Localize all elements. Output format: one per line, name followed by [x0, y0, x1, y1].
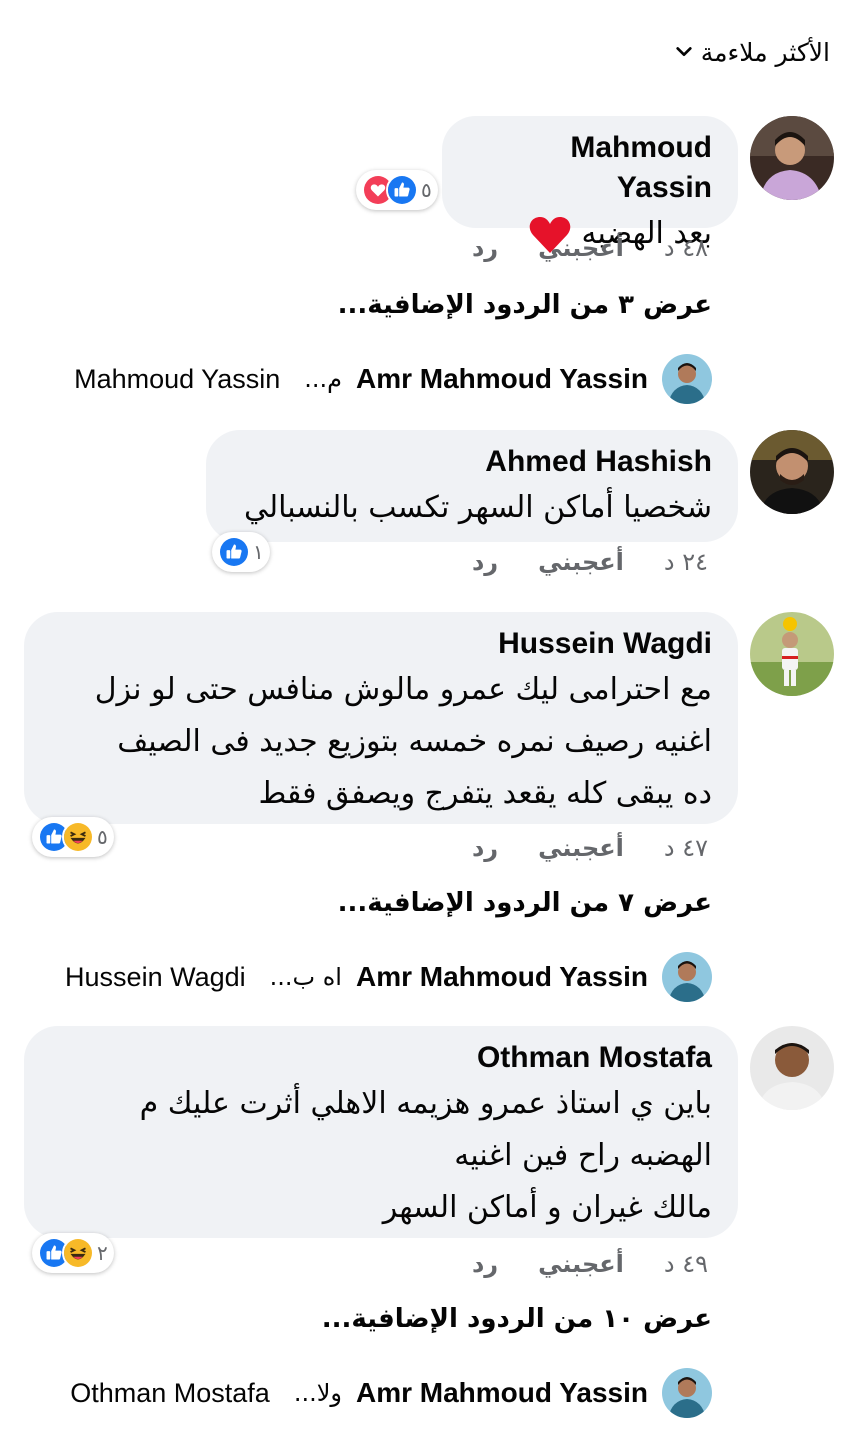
reply-snippet: اه ب... — [269, 963, 342, 991]
comment-time[interactable]: ٤٩ د — [664, 1250, 708, 1278]
like-button[interactable]: أعجبني — [538, 1250, 624, 1278]
comment-text-line: باين ي استاذ عمرو هزيمه الاهلي أثرت عليك… — [139, 1086, 712, 1121]
comment-meta: ٢٤ د أعجبني رد — [472, 548, 708, 576]
comment-bubble[interactable]: Ahmed Hashish شخصيا أماكن السهر تكسب بال… — [206, 430, 738, 542]
view-more-replies[interactable]: عرض ٧ من الردود الإضافية... — [338, 888, 712, 918]
comment-time[interactable]: ٢٤ د — [664, 548, 708, 576]
avatar[interactable] — [750, 612, 834, 696]
avatar[interactable] — [662, 1368, 712, 1418]
like-icon — [386, 174, 418, 206]
comment-text: شخصيا أماكن السهر تكسب بالنسبالي — [232, 482, 712, 534]
reply-button[interactable]: رد — [472, 1250, 498, 1278]
avatar-image — [750, 430, 834, 514]
reply-author[interactable]: Amr Mahmoud Yassin — [356, 961, 648, 993]
comment-text-line: اغنيه رصيف نمره خمسه بتوزيع جديد فى الصي… — [117, 724, 712, 759]
like-icon — [218, 536, 250, 568]
comment-bubble[interactable]: Othman Mostafa باين ي استاذ عمرو هزيمه ا… — [24, 1026, 738, 1238]
reaction-count: ٥ — [97, 825, 108, 849]
comment-author[interactable]: Mahmoud Yassin — [468, 128, 712, 208]
comment-text-line: الهضبه راح فين اغنيه — [454, 1138, 712, 1173]
reply-snippet: ولا... — [293, 1379, 342, 1407]
avatar[interactable] — [750, 430, 834, 514]
haha-icon — [62, 821, 94, 853]
like-button[interactable]: أعجبني — [538, 234, 624, 262]
reply-author[interactable]: Amr Mahmoud Yassin — [356, 1377, 648, 1409]
comment-author[interactable]: Hussein Wagdi — [50, 624, 712, 664]
latest-reply[interactable]: Amr Mahmoud Yassin م... Mahmoud Yassin — [74, 354, 712, 404]
reactions-summary[interactable]: ١ — [212, 532, 270, 572]
comment-text-line: شخصيا أماكن السهر تكسب بالنسبالي — [243, 490, 712, 525]
reply-button[interactable]: رد — [472, 548, 498, 576]
reactions-summary[interactable]: ٥ — [356, 170, 438, 210]
comment-text-line: مع احترامى ليك عمرو مالوش منافس حتى لو ن… — [94, 672, 712, 707]
sort-label: الأكثر ملاءمة — [700, 37, 830, 67]
comment-meta: ٤٩ د أعجبني رد — [472, 1250, 708, 1278]
reactions-summary[interactable]: ٢ — [32, 1233, 114, 1273]
comment-time[interactable]: ٤٨ د — [664, 234, 708, 262]
latest-reply[interactable]: Amr Mahmoud Yassin اه ب... Hussein Wagdi — [65, 952, 712, 1002]
avatar-image — [750, 1026, 834, 1110]
avatar-image — [750, 116, 834, 200]
comment-bubble[interactable]: Hussein Wagdi مع احترامى ليك عمرو مالوش … — [24, 612, 738, 824]
reply-mention: Mahmoud Yassin — [74, 363, 281, 394]
avatar[interactable] — [750, 1026, 834, 1110]
reply-mention: Othman Mostafa — [70, 1377, 270, 1408]
avatar[interactable] — [662, 952, 712, 1002]
comment-time[interactable]: ٤٧ د — [664, 834, 708, 862]
like-button[interactable]: أعجبني — [538, 548, 624, 576]
avatar[interactable] — [750, 116, 834, 200]
comment-text-line: ده يبقى كله يقعد يتفرج ويصفق فقط — [258, 776, 712, 811]
reply-snippet: م... — [304, 365, 342, 393]
avatar-image — [750, 612, 834, 696]
sort-dropdown[interactable]: الأكثر ملاءمة — [675, 34, 830, 70]
comment-author[interactable]: Othman Mostafa — [50, 1038, 712, 1078]
avatar[interactable] — [662, 354, 712, 404]
reply-mention: Hussein Wagdi — [65, 961, 246, 992]
haha-icon — [62, 1237, 94, 1269]
comment-text: باين ي استاذ عمرو هزيمه الاهلي أثرت عليك… — [50, 1078, 712, 1234]
like-button[interactable]: أعجبني — [538, 834, 624, 862]
comment-meta: ٤٧ د أعجبني رد — [472, 834, 708, 862]
latest-reply[interactable]: Amr Mahmoud Yassin ولا... Othman Mostafa — [70, 1368, 712, 1418]
comment-meta: ٤٨ د أعجبني رد — [472, 234, 708, 262]
reactions-summary[interactable]: ٥ — [32, 817, 114, 857]
reply-button[interactable]: رد — [472, 234, 498, 262]
reaction-count: ٥ — [421, 178, 432, 202]
reply-button[interactable]: رد — [472, 834, 498, 862]
chevron-down-icon — [676, 47, 692, 57]
reply-author[interactable]: Amr Mahmoud Yassin — [356, 363, 648, 395]
comment-author[interactable]: Ahmed Hashish — [232, 442, 712, 482]
reaction-count: ٢ — [97, 1241, 108, 1265]
reaction-count: ١ — [253, 540, 264, 564]
view-more-replies[interactable]: عرض ١٠ من الردود الإضافية... — [322, 1304, 712, 1334]
comment-text: مع احترامى ليك عمرو مالوش منافس حتى لو ن… — [50, 664, 712, 820]
view-more-replies[interactable]: عرض ٣ من الردود الإضافية... — [338, 290, 712, 320]
comment-text-line: مالك غيران و أماكن السهر — [382, 1190, 712, 1225]
comment-bubble[interactable]: Mahmoud Yassin بعد الهضبه — [442, 116, 738, 253]
